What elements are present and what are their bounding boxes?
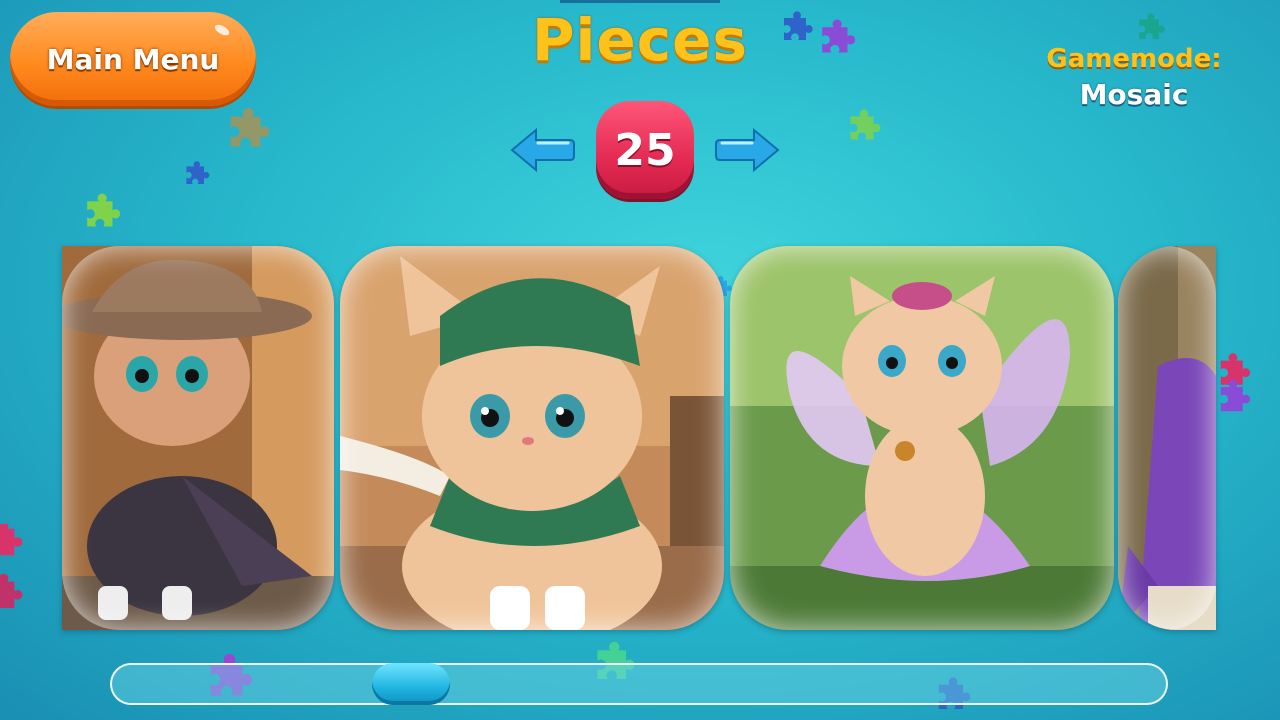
puzzle-piece-icon <box>850 109 881 140</box>
title-accent-bar <box>560 0 720 3</box>
pieces-count-badge: 25 <box>596 101 694 199</box>
puzzle-card-fairy-cat[interactable] <box>730 246 1114 630</box>
gamemode-panel: Gamemode: Mosaic <box>1034 44 1234 111</box>
carousel-scrollbar-track[interactable] <box>110 663 1168 705</box>
carousel-scrollbar-thumb[interactable] <box>372 663 450 705</box>
pieces-count: 25 <box>614 124 676 176</box>
puzzle-card-wizard-cat[interactable] <box>1118 246 1216 630</box>
puzzle-piece-icon <box>186 161 210 184</box>
arrow-right-icon[interactable] <box>714 126 782 174</box>
puzzle-piece-icon <box>1220 353 1251 412</box>
puzzle-card-detective-cat[interactable] <box>62 246 334 630</box>
puzzle-piece-icon <box>87 193 121 227</box>
puzzle-card-ranger-cat[interactable] <box>340 246 724 630</box>
gamemode-value: Mosaic <box>1079 78 1189 111</box>
puzzle-piece-icon <box>230 107 270 147</box>
gamemode-label: Gamemode: <box>1046 44 1222 74</box>
arrow-left-icon[interactable] <box>508 126 576 174</box>
puzzle-piece-icon <box>0 524 23 608</box>
